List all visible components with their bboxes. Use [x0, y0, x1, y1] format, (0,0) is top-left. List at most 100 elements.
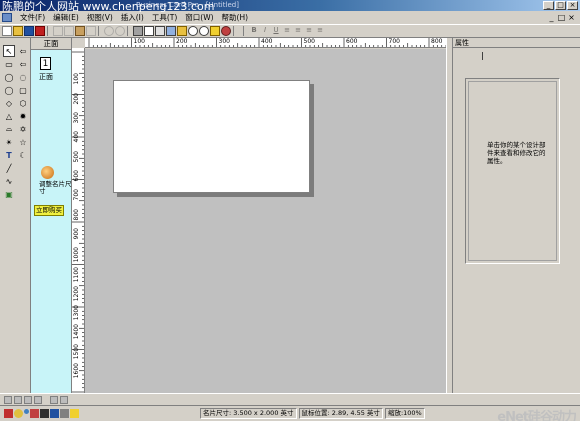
menu-tools[interactable]: 工具(T) [148, 12, 181, 23]
menu-bar: 文件(F) 编辑(E) 视图(V) 插入(I) 工具(T) 窗口(W) 帮助(H… [0, 11, 580, 24]
redo-icon[interactable] [115, 26, 125, 36]
ruler-label: 200 [176, 38, 188, 45]
menu-edit[interactable]: 编辑(E) [49, 12, 83, 23]
bold-button[interactable]: B [249, 26, 259, 36]
export-icon[interactable] [35, 26, 45, 36]
business-card[interactable] [113, 80, 310, 193]
print-icon[interactable] [133, 26, 143, 36]
ruler-label: 1500 [73, 343, 80, 360]
buy-now-button[interactable]: 立即购买 [34, 205, 64, 216]
new-icon[interactable] [2, 26, 12, 36]
ellipse-icon[interactable]: ◯ [3, 71, 15, 83]
select-arrow-icon[interactable]: ↖ [3, 45, 15, 57]
paste-icon[interactable] [75, 26, 85, 36]
undo-icon[interactable] [104, 26, 114, 36]
text-icon[interactable]: T [3, 149, 15, 161]
dot-icon[interactable] [24, 409, 29, 414]
resize-card-label[interactable]: 调整名片尺寸 [39, 181, 72, 195]
doc-window-controls: _ □ × [547, 13, 580, 22]
page-thumbnail[interactable]: 1 [40, 57, 51, 70]
rect-icon[interactable]: ▭ [3, 58, 15, 70]
tool-palette: ↖ ⇦ ▭ ⇦ ◯ ◌ ◯ ▢ ◇ ⬡ △ ✹ ⌓ ✡ ☆ ✴ T ☾ ╱ ∿ … [0, 38, 31, 393]
horizontal-ruler: 1002003004005006007008009001000110012001… [85, 38, 446, 48]
copy-icon[interactable] [64, 26, 74, 36]
arrow-shape-icon[interactable]: ⇦ [17, 58, 29, 70]
align-left-button[interactable]: ≡ [282, 26, 292, 36]
ruler-label: 500 [303, 38, 315, 45]
ime-icon[interactable] [4, 409, 13, 418]
leaf-icon[interactable]: ⌓ [3, 123, 15, 135]
ruler-label: 600 [346, 38, 358, 45]
page-label: 正面 [39, 73, 53, 81]
zoom-out-icon[interactable] [199, 26, 209, 36]
clipart-icon[interactable] [221, 26, 231, 36]
underline-button[interactable]: U [271, 26, 281, 36]
grid-icon[interactable] [155, 26, 165, 36]
menu-file[interactable]: 文件(F) [16, 12, 49, 23]
status-bar: 名片尺寸: 3.500 x 2.000 英寸 鼠标位置: 2.89, 4.55 … [0, 405, 580, 421]
justify-button[interactable]: ≡ [315, 26, 325, 36]
minimize-button[interactable]: _ [543, 1, 554, 10]
help-tray-icon[interactable] [50, 409, 59, 418]
menu-view[interactable]: 视图(V) [83, 12, 117, 23]
ruler-label: 800 [73, 208, 80, 220]
folder-icon[interactable] [177, 26, 187, 36]
tab-icon[interactable] [24, 395, 32, 404]
app-icon[interactable] [2, 13, 12, 22]
tab-icon[interactable] [50, 395, 58, 404]
ellipse2-icon[interactable]: ◯ [3, 84, 15, 96]
keyboard-icon[interactable] [40, 409, 49, 418]
cut-icon[interactable] [53, 26, 63, 36]
rounded-rect-icon[interactable]: ▢ [17, 84, 29, 96]
doc-restore-button[interactable]: □ [557, 13, 566, 22]
curve-icon[interactable]: ∿ [3, 175, 15, 187]
star5-icon[interactable]: ☆ [17, 136, 29, 148]
close-button[interactable]: × [567, 1, 578, 10]
delete-icon[interactable] [86, 26, 96, 36]
preview-icon[interactable] [144, 26, 154, 36]
chart-tray-icon[interactable] [70, 409, 79, 418]
page-strip-header: 正面 [31, 38, 71, 50]
menu-help[interactable]: 帮助(H) [218, 12, 253, 23]
diamond-icon[interactable]: ◇ [3, 97, 15, 109]
moon-tray-icon[interactable] [14, 409, 23, 418]
properties-frame: 单击你的某个设计部件来查看和修改它的属性。 [465, 78, 560, 264]
ruler-label: 800 [431, 38, 443, 45]
zoom-in-icon[interactable] [188, 26, 198, 36]
maximize-button[interactable]: □ [555, 1, 566, 10]
menu-insert[interactable]: 插入(I) [117, 12, 148, 23]
tab-icon[interactable] [4, 395, 12, 404]
align-right-button[interactable]: ≡ [304, 26, 314, 36]
menu-window[interactable]: 窗口(W) [181, 12, 217, 23]
align-center-button[interactable]: ≡ [293, 26, 303, 36]
callout-icon[interactable]: ◌ [17, 71, 29, 83]
tab-icon[interactable] [34, 395, 42, 404]
doc-close-button[interactable]: × [567, 13, 576, 22]
settings-tray-icon[interactable] [60, 409, 69, 418]
properties-panel: 属性 单击你的某个设计部件来查看和修改它的属性。 [452, 38, 580, 393]
triangle-icon[interactable]: △ [3, 110, 15, 122]
star8-icon[interactable]: ✴ [3, 136, 15, 148]
properties-tab-marker [482, 52, 483, 60]
doc-minimize-button[interactable]: _ [547, 13, 556, 22]
line-icon[interactable]: ╱ [3, 162, 15, 174]
tab-icon[interactable] [14, 395, 22, 404]
star6-icon[interactable]: ✡ [17, 123, 29, 135]
color-grid-icon[interactable] [210, 26, 220, 36]
layer-icon[interactable] [166, 26, 176, 36]
open-icon[interactable] [13, 26, 23, 36]
moon-icon[interactable]: ☾ [17, 149, 29, 161]
window-controls: _ □ × [543, 1, 578, 10]
rotate-arrow-icon[interactable]: ⇦ [17, 45, 29, 57]
hexagon-icon[interactable]: ⬡ [17, 97, 29, 109]
italic-button[interactable]: I [260, 26, 270, 36]
save-icon[interactable] [24, 26, 34, 36]
tab-icon[interactable] [60, 395, 68, 404]
mouse-position-status: 鼠标位置: 2.89, 4.55 英寸 [298, 408, 383, 419]
resize-card-icon[interactable] [41, 166, 54, 179]
image-icon[interactable]: ▣ [3, 188, 15, 200]
vertical-ruler: 100 200 300 400 500 600 700 800 900 1000 1100 1200 1… [72, 48, 85, 393]
tool-tray-icon[interactable] [30, 409, 39, 418]
gear-shape-icon[interactable]: ✹ [17, 110, 29, 122]
design-canvas[interactable] [85, 49, 446, 393]
